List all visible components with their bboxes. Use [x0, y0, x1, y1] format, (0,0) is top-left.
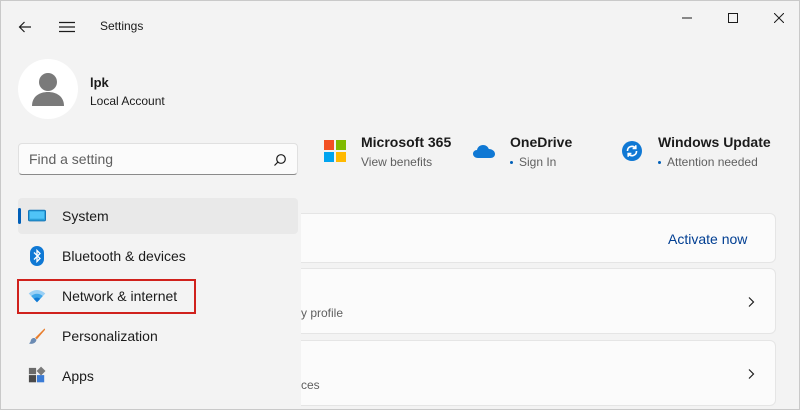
sidebar-item-apps[interactable]: Apps: [18, 358, 298, 394]
cloud-icon: [472, 139, 496, 163]
sidebar-item-system[interactable]: System: [18, 198, 298, 234]
search-box[interactable]: [18, 143, 298, 175]
sync-icon: [620, 139, 644, 163]
apps-icon: [28, 366, 46, 385]
activate-now-link[interactable]: Activate now: [668, 231, 747, 247]
sidebar-item-network[interactable]: Network & internet: [18, 278, 298, 314]
selection-indicator: [18, 208, 21, 224]
tile-title: OneDrive: [510, 134, 573, 150]
sidebar-item-personalization[interactable]: Personalization: [18, 318, 298, 354]
sidebar-item-label: Network & internet: [62, 288, 178, 304]
brush-icon: [28, 327, 46, 345]
maximize-button[interactable]: [710, 1, 756, 35]
search-icon[interactable]: [273, 153, 287, 167]
close-button[interactable]: [756, 1, 799, 35]
window-title: Settings: [100, 19, 144, 33]
activation-card: Activate now: [291, 213, 776, 263]
card-subtitle-fragment: ces: [301, 378, 320, 392]
system-icon: [28, 207, 46, 225]
sidebar-item-bluetooth[interactable]: Bluetooth & devices: [18, 238, 298, 274]
tile-subtitle-text: Sign In: [519, 155, 557, 169]
tile-onedrive[interactable]: OneDrive Sign In: [472, 131, 602, 175]
settings-window: Settings Microsoft 365 View benefits One…: [0, 0, 800, 410]
sidebar-item-label: Bluetooth & devices: [62, 248, 186, 264]
chevron-right-icon: [748, 369, 755, 379]
search-input[interactable]: [29, 144, 269, 174]
sidebar-item-label: Personalization: [62, 328, 158, 344]
tile-subtitle-text: Attention needed: [667, 155, 758, 169]
avatar[interactable]: [18, 59, 78, 119]
chevron-right-icon: [748, 297, 755, 307]
tile-title: Microsoft 365: [361, 134, 452, 150]
status-dot: [510, 161, 513, 165]
tile-subtitle: Sign In: [510, 155, 556, 169]
minimize-icon: [682, 17, 692, 19]
close-icon: [774, 13, 784, 23]
microsoft-logo-icon: [323, 139, 347, 163]
tile-subtitle: View benefits: [361, 155, 433, 169]
back-button[interactable]: [11, 13, 39, 41]
maximize-icon: [728, 13, 738, 23]
menu-button[interactable]: [53, 13, 81, 41]
hamburger-icon: [59, 21, 75, 33]
minimize-button[interactable]: [664, 1, 710, 35]
bluetooth-icon: [28, 246, 46, 266]
sidebar-item-label: System: [62, 208, 109, 224]
person-icon: [32, 73, 64, 106]
tile-subtitle: Attention needed: [658, 155, 758, 169]
title-bar: Settings: [1, 1, 799, 51]
status-dot: [658, 161, 661, 165]
user-name: lpk: [90, 75, 109, 90]
tile-microsoft-365[interactable]: Microsoft 365 View benefits: [323, 131, 463, 175]
tile-title: Windows Update: [658, 134, 771, 150]
account-type: Local Account: [90, 94, 165, 108]
back-arrow-icon: [18, 21, 31, 33]
settings-card[interactable]: [291, 340, 776, 406]
sidebar-item-label: Apps: [62, 368, 94, 384]
card-subtitle-fragment: y profile: [301, 306, 344, 320]
settings-card[interactable]: [291, 268, 776, 334]
wifi-icon: [28, 287, 46, 305]
tile-windows-update[interactable]: Windows Update Attention needed: [620, 131, 780, 175]
